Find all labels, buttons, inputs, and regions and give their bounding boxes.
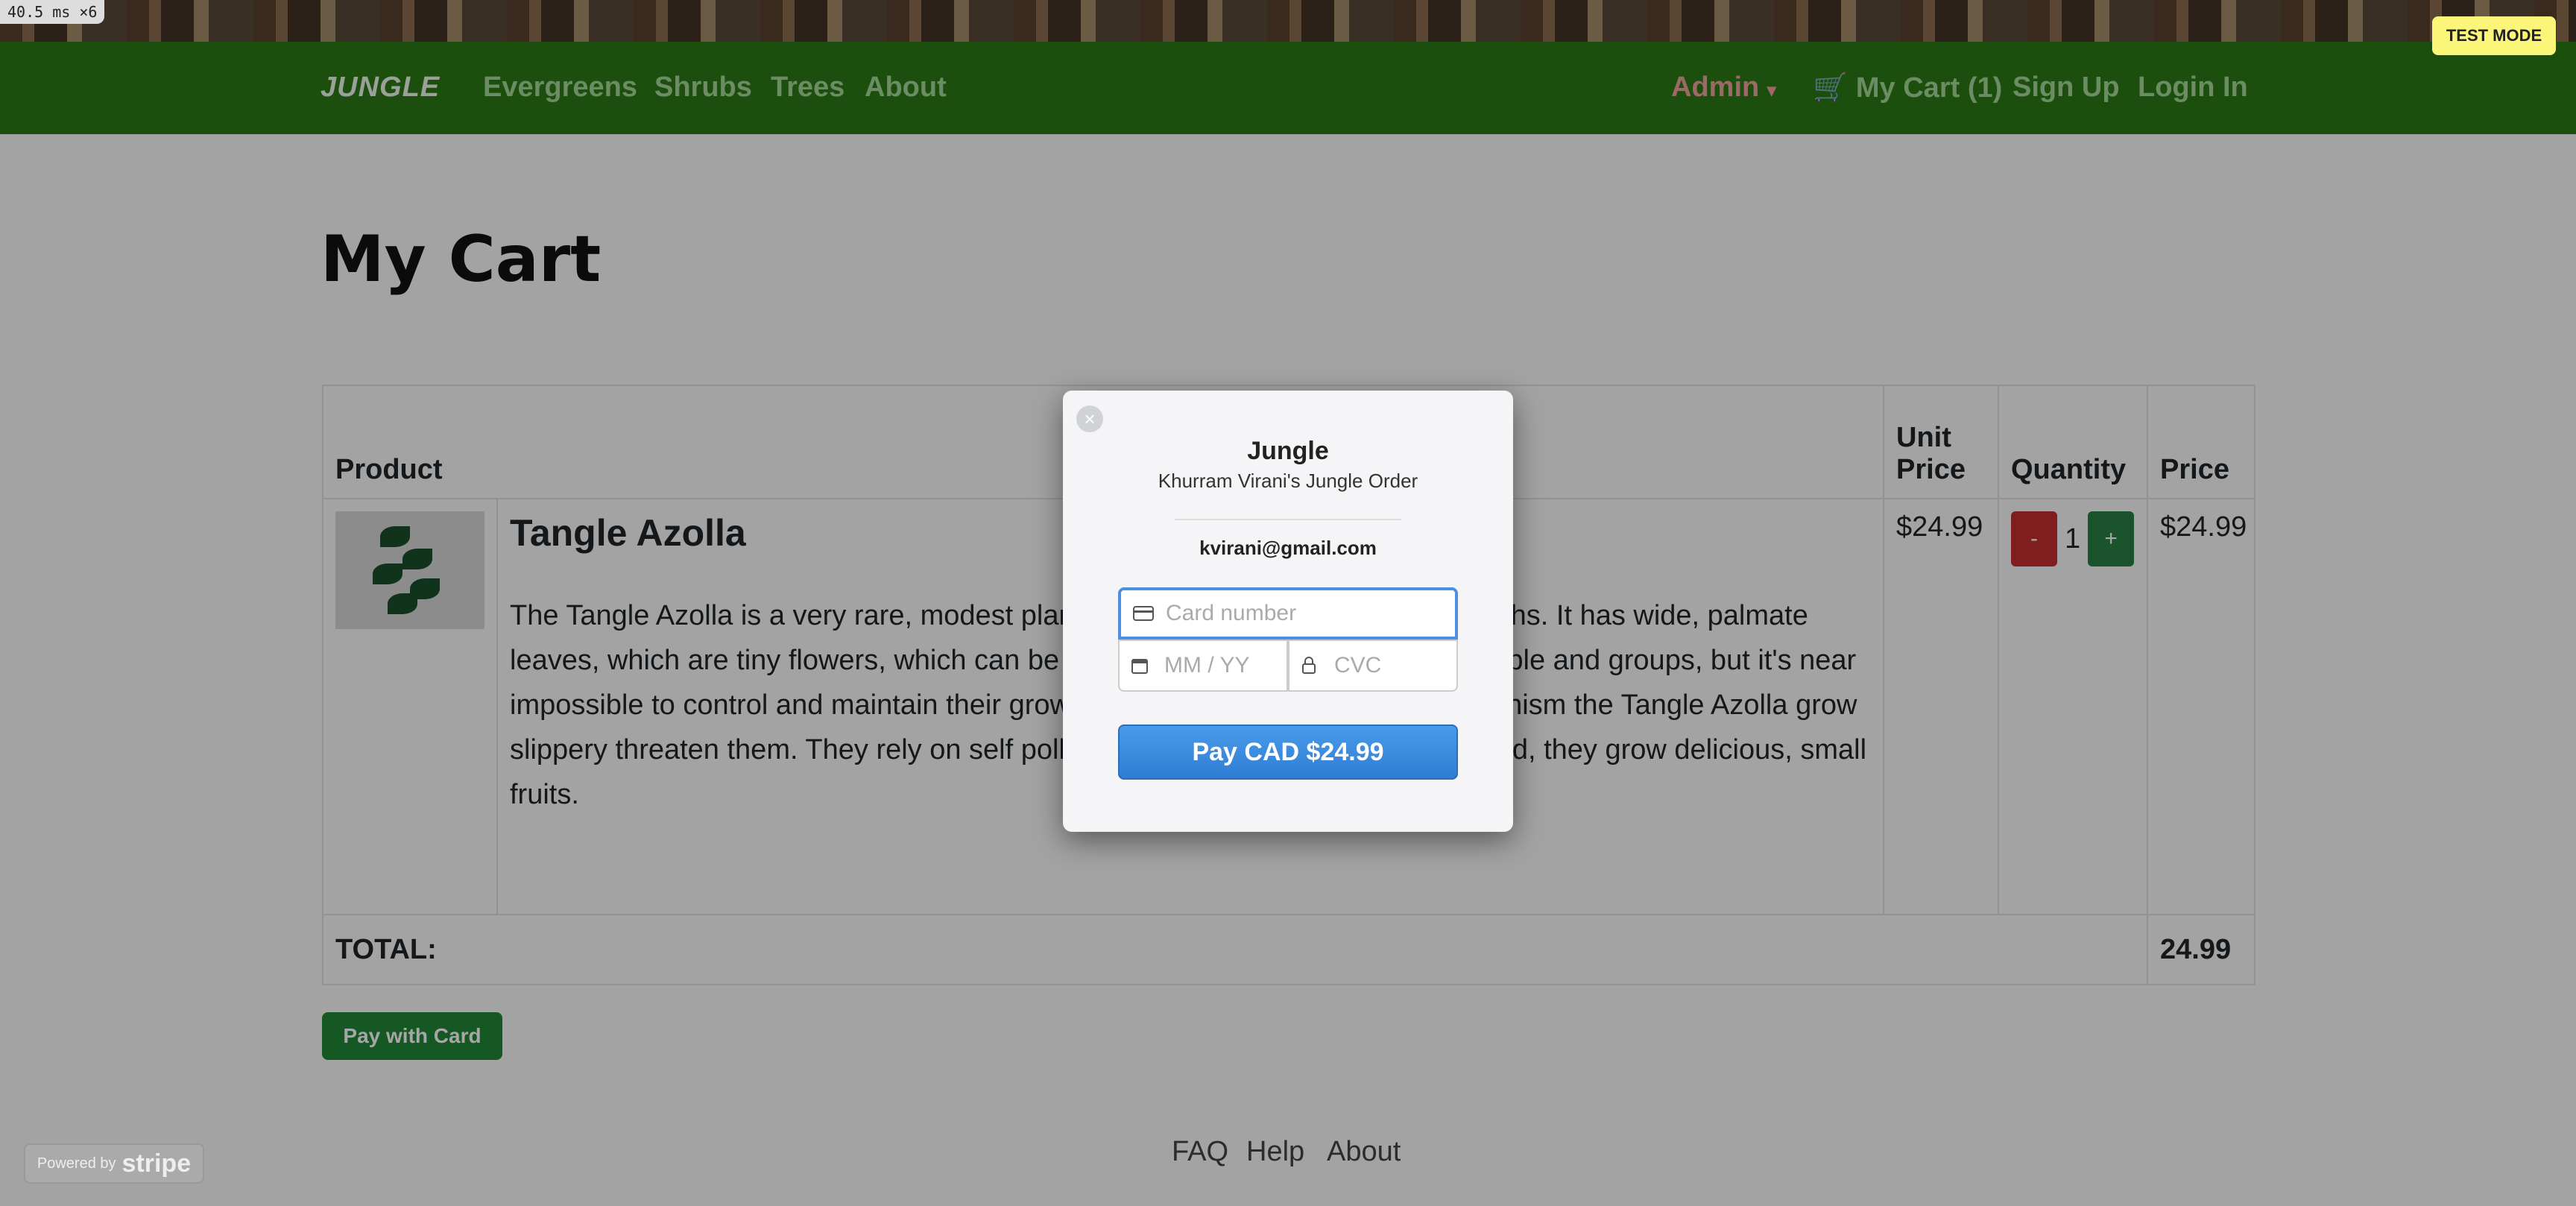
calendar-icon bbox=[1131, 657, 1154, 674]
cvc-field[interactable]: CVC bbox=[1288, 640, 1458, 692]
modal-divider bbox=[1175, 519, 1401, 520]
modal-subtitle: Khurram Virani's Jungle Order bbox=[1158, 470, 1418, 492]
perf-counter: 40.5 ms ×6 bbox=[0, 0, 105, 24]
test-mode-badge: TEST MODE bbox=[2432, 16, 2556, 55]
header-banner-image bbox=[0, 0, 2576, 42]
checkout-modal: × Jungle Khurram Virani's Jungle Order k… bbox=[1063, 391, 1513, 832]
close-icon[interactable]: × bbox=[1076, 405, 1103, 432]
card-number-field[interactable]: Card number bbox=[1118, 587, 1458, 640]
stripe-logo: stripe bbox=[121, 1149, 192, 1178]
cvc-placeholder: CVC bbox=[1334, 653, 1382, 678]
powered-by-stripe-badge[interactable]: Powered by stripe bbox=[24, 1143, 204, 1184]
customer-email: kvirani@gmail.com bbox=[1199, 537, 1377, 559]
modal-title: Jungle bbox=[1247, 437, 1329, 465]
expiry-placeholder: MM / YY bbox=[1164, 653, 1250, 678]
card-number-placeholder: Card number bbox=[1166, 601, 1297, 625]
powered-by-label: Powered by bbox=[37, 1155, 116, 1172]
lock-icon bbox=[1301, 657, 1324, 674]
expiry-field[interactable]: MM / YY bbox=[1118, 640, 1288, 692]
credit-card-icon bbox=[1133, 605, 1155, 622]
pay-button[interactable]: Pay CAD $24.99 bbox=[1118, 724, 1458, 780]
